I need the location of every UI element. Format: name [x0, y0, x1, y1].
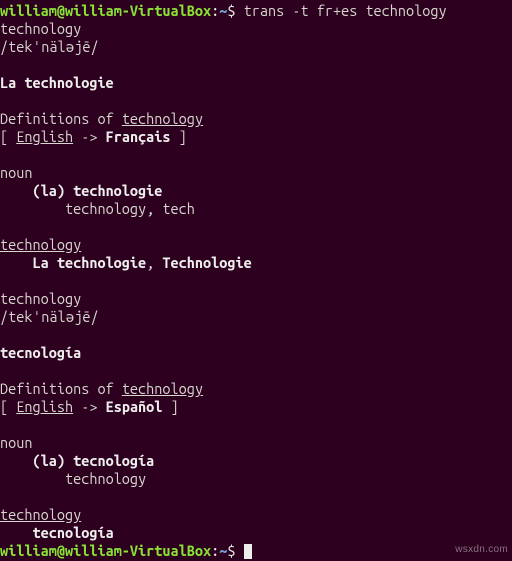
cursor-icon	[244, 544, 252, 559]
es-phonetic: /tekˈnäləjē/	[0, 308, 512, 326]
blank	[0, 218, 512, 236]
fr-entry-line: (la) technologie	[0, 182, 512, 200]
indent	[0, 182, 32, 199]
es-pos: noun	[0, 434, 512, 452]
prompt-at: @	[57, 542, 65, 559]
prompt-line-2[interactable]: william@william-VirtualBox:~$	[0, 542, 512, 560]
indent	[0, 452, 32, 469]
blank	[0, 146, 512, 164]
es-tail-trans: tecnología	[0, 524, 512, 542]
prompt-line-1: william@william-VirtualBox:~$ trans -t f…	[0, 2, 512, 20]
terminal[interactable]: william@william-VirtualBox:~$ trans -t f…	[0, 0, 512, 560]
bracket-open: [	[0, 398, 16, 415]
fr-rev-line: technology, tech	[0, 200, 512, 218]
bracket-close: ]	[162, 398, 178, 415]
blank	[0, 362, 512, 380]
es-entry: (la) tecnología	[32, 452, 154, 469]
spacer	[236, 2, 244, 19]
indent	[0, 200, 65, 217]
command-text: trans -t fr+es technology	[244, 2, 447, 19]
fr-entry: (la) technologie	[32, 182, 162, 199]
arrow: ->	[73, 128, 105, 145]
prompt-user: william	[0, 2, 57, 19]
es-lang-pair: [ English -> Español ]	[0, 398, 512, 416]
es-def-pre: Definitions of	[0, 380, 122, 397]
blank	[0, 488, 512, 506]
fr-def-word: technology	[122, 110, 203, 127]
bracket-close: ]	[171, 128, 187, 145]
blank	[0, 416, 512, 434]
es-query: technology	[0, 290, 512, 308]
es-definitions-of: Definitions of technology	[0, 380, 512, 398]
fr-definitions-of: Definitions of technology	[0, 110, 512, 128]
blank	[0, 56, 512, 74]
prompt-user: william	[0, 542, 57, 559]
arrow: ->	[73, 398, 105, 415]
es-headline: tecnología	[0, 344, 512, 362]
fr-dst-lang: Français	[106, 128, 171, 145]
blank	[0, 326, 512, 344]
fr-tail1: La technologie	[32, 254, 146, 271]
es-def-word: technology	[122, 380, 203, 397]
spacer	[236, 542, 244, 559]
prompt-host: william-VirtualBox	[65, 2, 211, 19]
prompt-at: @	[57, 2, 65, 19]
fr-rev: technology, tech	[65, 200, 195, 217]
fr-tail-trans: La technologie, Technologie	[0, 254, 512, 272]
indent	[0, 470, 65, 487]
fr-src-lang: English	[16, 128, 73, 145]
bracket-open: [	[0, 128, 16, 145]
fr-lang-pair: [ English -> Français ]	[0, 128, 512, 146]
blank	[0, 92, 512, 110]
indent	[0, 254, 32, 271]
watermark: wsxdn.com	[455, 541, 508, 559]
comma: ,	[146, 254, 162, 271]
prompt-dollar: $	[227, 2, 235, 19]
fr-tail-word: technology	[0, 236, 512, 254]
es-dst-lang: Español	[106, 398, 163, 415]
fr-headline: La technologie	[0, 74, 512, 92]
prompt-host: william-VirtualBox	[65, 542, 211, 559]
fr-tail2: Technologie	[162, 254, 251, 271]
es-rev-line: technology	[0, 470, 512, 488]
fr-phonetic: /tekˈnäləjē/	[0, 38, 512, 56]
es-tail: tecnología	[32, 524, 113, 541]
fr-def-pre: Definitions of	[0, 110, 122, 127]
indent	[0, 524, 32, 541]
blank	[0, 272, 512, 290]
fr-pos: noun	[0, 164, 512, 182]
es-rev: technology	[65, 470, 146, 487]
prompt-dollar: $	[227, 542, 235, 559]
es-src-lang: English	[16, 398, 73, 415]
es-tail-word: technology	[0, 506, 512, 524]
es-entry-line: (la) tecnología	[0, 452, 512, 470]
fr-query: technology	[0, 20, 512, 38]
